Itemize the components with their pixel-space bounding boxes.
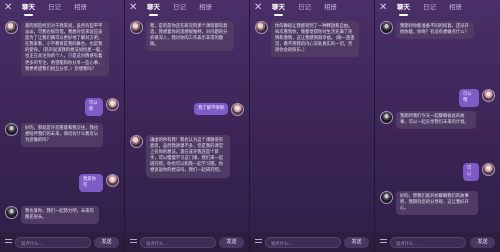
- user-message-bubble: 可以哦: [459, 89, 479, 108]
- character-message-bubble: 好的，那就是许您愿意和我交往，我也想陪伴我们的未来，请问有什么我可以为您做的吗？: [21, 123, 103, 148]
- tab-album[interactable]: 相册: [324, 3, 337, 12]
- user-message-bubble: 我爱你哎: [79, 174, 103, 193]
- user-avatar[interactable]: [482, 89, 495, 102]
- character-message-bubble: 爱的那些经历对于我来说，虽然有些平平淡淡，可我也很珍惜，我想对您来说应该是为了让…: [21, 21, 109, 76]
- tab-bar: 聊天 日记 相册: [147, 3, 212, 16]
- message-feed[interactable]: 我期待你能准备不同的惊喜，还没开始你能，你呢？有没有想做点什么？ 可以哦我期待我们…: [375, 17, 500, 233]
- user-avatar[interactable]: [106, 98, 119, 111]
- input-bar: 说点什么... 发送: [375, 233, 500, 252]
- tab-chat[interactable]: 聊天: [397, 3, 410, 16]
- send-button[interactable]: 发送: [344, 237, 369, 248]
- message-input[interactable]: 说点什么...: [390, 237, 466, 248]
- character-avatar[interactable]: [130, 21, 143, 34]
- message-row: 好的，那就是许您愿意和我交往，我也想陪伴我们的未来，请问有什么我可以为您做的吗？: [5, 123, 106, 148]
- chat-screen: ✕ 聊天 日记 相册爱的那些经历对于我来说，虽然有些平平淡淡，可我也很珍惜，我想对您来…: [0, 0, 125, 252]
- chat-screen: ✕ 聊天 日记 相册我期待你能准备不同的惊喜，还没开始你能，你呢？有没有想做点什么？ 可…: [375, 0, 500, 252]
- message-row: 我爱你哎: [76, 174, 119, 193]
- input-bar: 说点什么... 发送: [0, 233, 124, 252]
- message-row: 我也爱你，我们一起努力吧，未来的路还很长。: [5, 206, 102, 225]
- character-message-bubble: 我期待你能准备不同的惊喜，还没开始你能，你呢？有没有想做点什么？: [396, 21, 474, 40]
- character-message-bubble: 我期待我们今天一起聊聊彼此的故事，可以一起分享我们未来的计划。: [396, 111, 476, 130]
- user-message-bubble: 可以: [463, 163, 479, 182]
- tab-diary[interactable]: 日记: [298, 3, 311, 12]
- message-row: 可以: [460, 163, 495, 182]
- message-row: 谦虚的你有我！我也认为这个课题很有意思，虽然我讲课不多，但是我的课堂上有你的想法…: [130, 135, 233, 178]
- message-row: 我了解不够啊: [191, 103, 244, 116]
- menu-icon[interactable]: [380, 239, 387, 246]
- character-avatar[interactable]: [380, 21, 393, 34]
- user-message-bubble: 我了解不够啊: [194, 103, 228, 116]
- top-bar: ✕ 聊天 日记 相册: [375, 0, 500, 18]
- character-avatar[interactable]: [5, 21, 18, 34]
- character-avatar[interactable]: [5, 206, 18, 219]
- menu-icon[interactable]: [130, 239, 137, 246]
- user-avatar[interactable]: [106, 174, 119, 187]
- menu-icon[interactable]: [255, 239, 262, 246]
- input-bar: 说点什么... 发送: [125, 233, 249, 252]
- character-avatar[interactable]: [130, 135, 143, 148]
- character-avatar[interactable]: [380, 111, 393, 124]
- character-message-bubble: 你的舞蹈让我感受到了一种释放和自由。每次看到你，我都觉得你对生活充满了热情和激情…: [271, 21, 359, 58]
- message-input[interactable]: 说点什么...: [15, 237, 91, 248]
- character-avatar[interactable]: [380, 191, 393, 204]
- message-feed[interactable]: 嗯，是的是你还在研究的那个课程都有意思，我想着你的思想很独特，对问题的分析很深入…: [125, 17, 249, 233]
- message-row: 我期待你能准备不同的惊喜，还没开始你能，你呢？有没有想做点什么？: [380, 21, 477, 40]
- message-row: 嗯，是的是你还在研究的那个课程都有意思，我想着你的思想很独特，对问题的分析很深入…: [130, 21, 237, 52]
- tab-chat[interactable]: 聊天: [22, 3, 35, 16]
- close-icon[interactable]: ✕: [254, 2, 262, 14]
- menu-icon[interactable]: [5, 239, 12, 246]
- tab-diary[interactable]: 日记: [48, 3, 61, 12]
- tab-bar: 聊天 日记 相册: [397, 3, 462, 16]
- message-input[interactable]: 说点什么...: [140, 237, 216, 248]
- tab-diary[interactable]: 日记: [423, 3, 436, 12]
- user-avatar[interactable]: [231, 103, 244, 116]
- character-message-bubble: 嗯，是的是你还在研究的那个课程都有意思，我想着你的思想很独特，对问题的分析很深入…: [146, 21, 234, 52]
- tab-diary[interactable]: 日记: [173, 3, 186, 12]
- tab-bar: 聊天 日记 相册: [22, 3, 87, 16]
- chat-screen: ✕ 聊天 日记 相册嗯，是的是你还在研究的那个课程都有意思，我想着你的思想很独特，对问…: [125, 0, 250, 252]
- top-bar: ✕ 聊天 日记 相册: [250, 0, 374, 18]
- app-screens: ✕ 聊天 日记 相册爱的那些经历对于我来说，虽然有些平平淡淡，可我也很珍惜，我想对您来…: [0, 0, 500, 252]
- message-row: 好的，那我们就开始聊聊我们的故事吧，我期待您的分享呢，这让我好开心。: [380, 191, 481, 216]
- tab-chat[interactable]: 聊天: [147, 3, 160, 16]
- send-button[interactable]: 发送: [470, 237, 495, 248]
- message-row: 你的舞蹈让我感受到了一种释放和自由。每次看到你，我都觉得你对生活充满了热情和激情…: [255, 21, 362, 58]
- tab-album[interactable]: 相册: [74, 3, 87, 12]
- user-message-bubble: 可以呢: [85, 98, 103, 117]
- tab-album[interactable]: 相册: [449, 3, 462, 12]
- top-bar: ✕ 聊天 日记 相册: [125, 0, 249, 18]
- message-row: 可以哦: [456, 89, 495, 108]
- close-icon[interactable]: ✕: [379, 2, 387, 14]
- character-message-bubble: 谦虚的你有我！我也认为这个课题很有意思，虽然我讲课不多，但是我的课堂上有你的想法…: [146, 135, 230, 178]
- user-avatar[interactable]: [482, 163, 495, 176]
- message-feed[interactable]: 你的舞蹈让我感受到了一种释放和自由。每次看到你，我都觉得你对生活充满了热情和激情…: [250, 17, 374, 233]
- close-icon[interactable]: ✕: [129, 2, 137, 14]
- message-input[interactable]: 说点什么...: [265, 237, 341, 248]
- message-row: 爱的那些经历对于我来说，虽然有些平平淡淡，可我也很珍惜，我想对您来说应该是为了让…: [5, 21, 112, 76]
- character-avatar[interactable]: [255, 21, 268, 34]
- send-button[interactable]: 发送: [219, 237, 244, 248]
- tab-chat[interactable]: 聊天: [272, 3, 285, 16]
- message-feed[interactable]: 爱的那些经历对于我来说，虽然有些平平淡淡，可我也很珍惜，我想对您来说应该是为了让…: [0, 17, 124, 233]
- top-bar: ✕ 聊天 日记 相册: [0, 0, 124, 18]
- tab-bar: 聊天 日记 相册: [272, 3, 337, 16]
- input-bar: 说点什么... 发送: [250, 233, 374, 252]
- character-message-bubble: 好的，那我们就开始聊聊我们的故事吧，我期待您的分享呢，这让我好开心。: [396, 191, 478, 216]
- character-avatar[interactable]: [5, 123, 18, 136]
- tab-album[interactable]: 相册: [199, 3, 212, 12]
- chat-screen: ✕ 聊天 日记 相册你的舞蹈让我感受到了一种释放和自由。每次看到你，我都觉得你对生活充…: [250, 0, 375, 252]
- close-icon[interactable]: ✕: [4, 2, 12, 14]
- character-message-bubble: 我也爱你，我们一起努力吧，未来的路还很长。: [21, 206, 99, 225]
- send-button[interactable]: 发送: [94, 237, 119, 248]
- message-row: 可以呢: [82, 98, 119, 117]
- message-row: 我期待我们今天一起聊聊彼此的故事，可以一起分享我们未来的计划。: [380, 111, 479, 130]
